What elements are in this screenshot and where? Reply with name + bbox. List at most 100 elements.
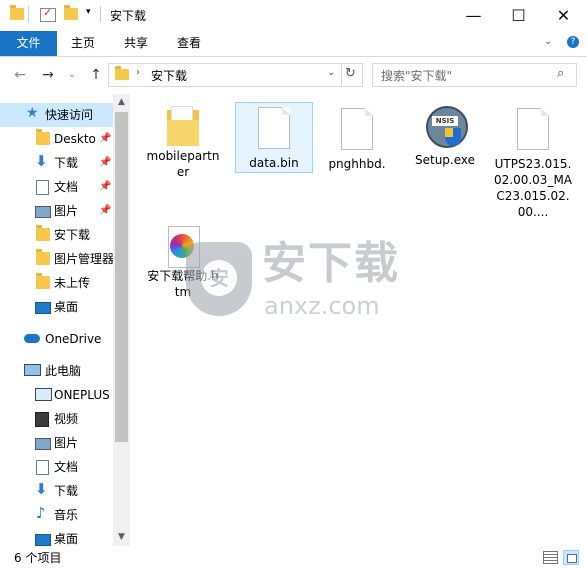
ribbon-tabs: 文件 主页 共享 查看 ⌄ ?	[0, 31, 587, 57]
file-name: data.bin	[249, 156, 299, 170]
sidebar-item-this-pc[interactable]: 此电脑	[0, 359, 113, 383]
recent-locations-button[interactable]: ⌄	[62, 65, 82, 85]
desktop-icon	[35, 534, 51, 546]
sidebar-item-label: ONEPLUS	[54, 388, 110, 402]
sidebar-item-oneplus[interactable]: ONEPLUS	[0, 383, 113, 407]
cloud-icon	[24, 334, 40, 343]
file-item-setup-exe[interactable]: NSIS Setup.exe	[407, 104, 483, 168]
sidebar-item-label: 视频	[54, 412, 79, 426]
file-name: pnghhbd.	[328, 157, 386, 171]
file-icon	[258, 107, 290, 149]
watermark: 安 安下载 anxz.com	[186, 238, 486, 328]
sidebar-item-onedrive[interactable]: OneDrive	[0, 327, 113, 351]
folder-icon	[36, 129, 50, 145]
address-bar[interactable]: › 安下载 ⌄ ↻	[108, 63, 363, 87]
details-view-icon[interactable]	[543, 551, 558, 564]
item-count: 6 个项目	[14, 551, 62, 565]
watermark-url: anxz.com	[264, 292, 380, 320]
music-icon: ♪	[36, 504, 46, 522]
folder-icon	[36, 249, 50, 265]
breadcrumb-chevron-icon[interactable]: ›	[136, 67, 140, 78]
video-icon	[35, 412, 49, 427]
sidebar-item-downloads-2[interactable]: ⬇ 下载	[0, 479, 113, 503]
navigation-pane: ★ 快速访问 Deskto 📌 ⬇ 下载 📌 文档 📌 图片 📌 安下载 图片管…	[0, 94, 130, 546]
sidebar-item-videos[interactable]: 视频	[0, 407, 113, 431]
back-button[interactable]: ←	[10, 65, 30, 85]
sidebar-item-label: 图片	[54, 204, 79, 218]
sidebar-item-documents[interactable]: 文档 📌	[0, 175, 113, 199]
download-icon: ⬇	[35, 152, 48, 170]
download-icon: ⬇	[35, 480, 48, 498]
minimize-button[interactable]: —	[451, 0, 496, 31]
file-icon	[517, 108, 549, 150]
divider	[341, 64, 342, 86]
sidebar-item-pictures-2[interactable]: 图片	[0, 431, 113, 455]
sidebar-item-label: 下载	[54, 484, 79, 498]
sidebar-item-desktop-2[interactable]: 桌面	[0, 295, 113, 319]
device-icon	[35, 388, 52, 401]
sidebar-item-label: 文档	[54, 180, 79, 194]
address-dropdown-icon[interactable]: ⌄	[327, 67, 335, 78]
tab-home[interactable]: 主页	[60, 31, 106, 56]
search-icon[interactable]: ⌕	[557, 66, 564, 81]
tab-share[interactable]: 共享	[113, 31, 159, 56]
sidebar-item-desktop-3[interactable]: 桌面	[0, 527, 113, 546]
divider	[100, 6, 101, 22]
picture-icon	[35, 206, 51, 218]
pin-icon: 📌	[99, 157, 112, 168]
large-icons-view-icon[interactable]	[563, 550, 579, 565]
sidebar-item-label: 文档	[54, 460, 79, 474]
sidebar-item-quick-access[interactable]: ★ 快速访问	[0, 103, 113, 127]
forward-button[interactable]: →	[38, 65, 58, 85]
pin-icon: 📌	[99, 181, 112, 192]
search-input[interactable]: 搜索"安下载"	[381, 67, 452, 84]
refresh-icon[interactable]: ↻	[345, 66, 356, 81]
sidebar-item-label: OneDrive	[45, 332, 102, 346]
sidebar-item-label: 图片	[54, 436, 79, 450]
folder-icon	[36, 225, 50, 241]
sidebar-item-pictures[interactable]: 图片 📌	[0, 199, 113, 223]
file-item-mobilepartner[interactable]: mobilepartner	[145, 104, 221, 180]
scroll-up-icon[interactable]: ▲	[113, 94, 130, 111]
star-icon: ★	[26, 105, 39, 121]
file-item-utps[interactable]: UTPS23.015.02.00.03_MAC23.015.02.00....	[493, 104, 573, 220]
scroll-down-icon[interactable]: ▼	[113, 529, 130, 546]
tab-view[interactable]: 查看	[166, 31, 212, 56]
maximize-button[interactable]: ☐	[496, 0, 541, 31]
tab-file[interactable]: 文件	[0, 31, 57, 56]
sidebar-item-label: 安下载	[54, 228, 91, 242]
folder-icon	[165, 104, 201, 148]
document-icon	[36, 180, 49, 195]
file-name: mobilepartner	[146, 149, 220, 179]
watermark-text: 安下载	[262, 238, 400, 289]
computer-icon	[24, 364, 41, 376]
sidebar-item-label: 音乐	[54, 508, 79, 522]
sidebar-item-desktop[interactable]: Deskto 📌	[0, 127, 113, 151]
sidebar-item-label: Deskto	[54, 132, 96, 146]
help-icon[interactable]: ?	[567, 36, 579, 48]
up-button[interactable]: ↑	[86, 65, 106, 85]
properties-icon[interactable]: ✓	[40, 7, 56, 22]
sidebar-item-label: 此电脑	[45, 364, 82, 378]
sidebar-item-label: 未上传	[54, 276, 91, 290]
address-path[interactable]: 安下载	[151, 67, 187, 84]
close-button[interactable]: ✕	[541, 0, 586, 31]
ribbon-expand-icon[interactable]: ⌄	[544, 36, 552, 47]
sidebar-item-music[interactable]: ♪ 音乐	[0, 503, 113, 527]
quick-access-dropdown-icon[interactable]: ▾	[86, 7, 91, 17]
file-item-pnghhbd[interactable]: pnghhbd.	[319, 104, 395, 172]
file-item-data-bin[interactable]: data.bin	[235, 102, 313, 173]
sidebar-item-anxz[interactable]: 安下载	[0, 223, 113, 247]
scrollbar-thumb[interactable]	[115, 112, 128, 442]
sidebar-item-label: 快速访问	[45, 108, 94, 122]
folder-icon	[115, 66, 129, 80]
sidebar-item-documents-2[interactable]: 文档	[0, 455, 113, 479]
title-bar: ✓ ▾ 安下载 — ☐ ✕	[0, 0, 587, 31]
sidebar-scrollbar[interactable]: ▲ ▼	[113, 94, 130, 546]
new-folder-icon[interactable]	[64, 5, 78, 20]
search-box[interactable]: 搜索"安下载" ⌕	[372, 63, 577, 87]
sidebar-item-not-uploaded[interactable]: 未上传	[0, 271, 113, 295]
sidebar-item-image-manager[interactable]: 图片管理器	[0, 247, 113, 271]
sidebar-item-downloads[interactable]: ⬇ 下载 📌	[0, 151, 113, 175]
picture-icon	[35, 438, 51, 450]
